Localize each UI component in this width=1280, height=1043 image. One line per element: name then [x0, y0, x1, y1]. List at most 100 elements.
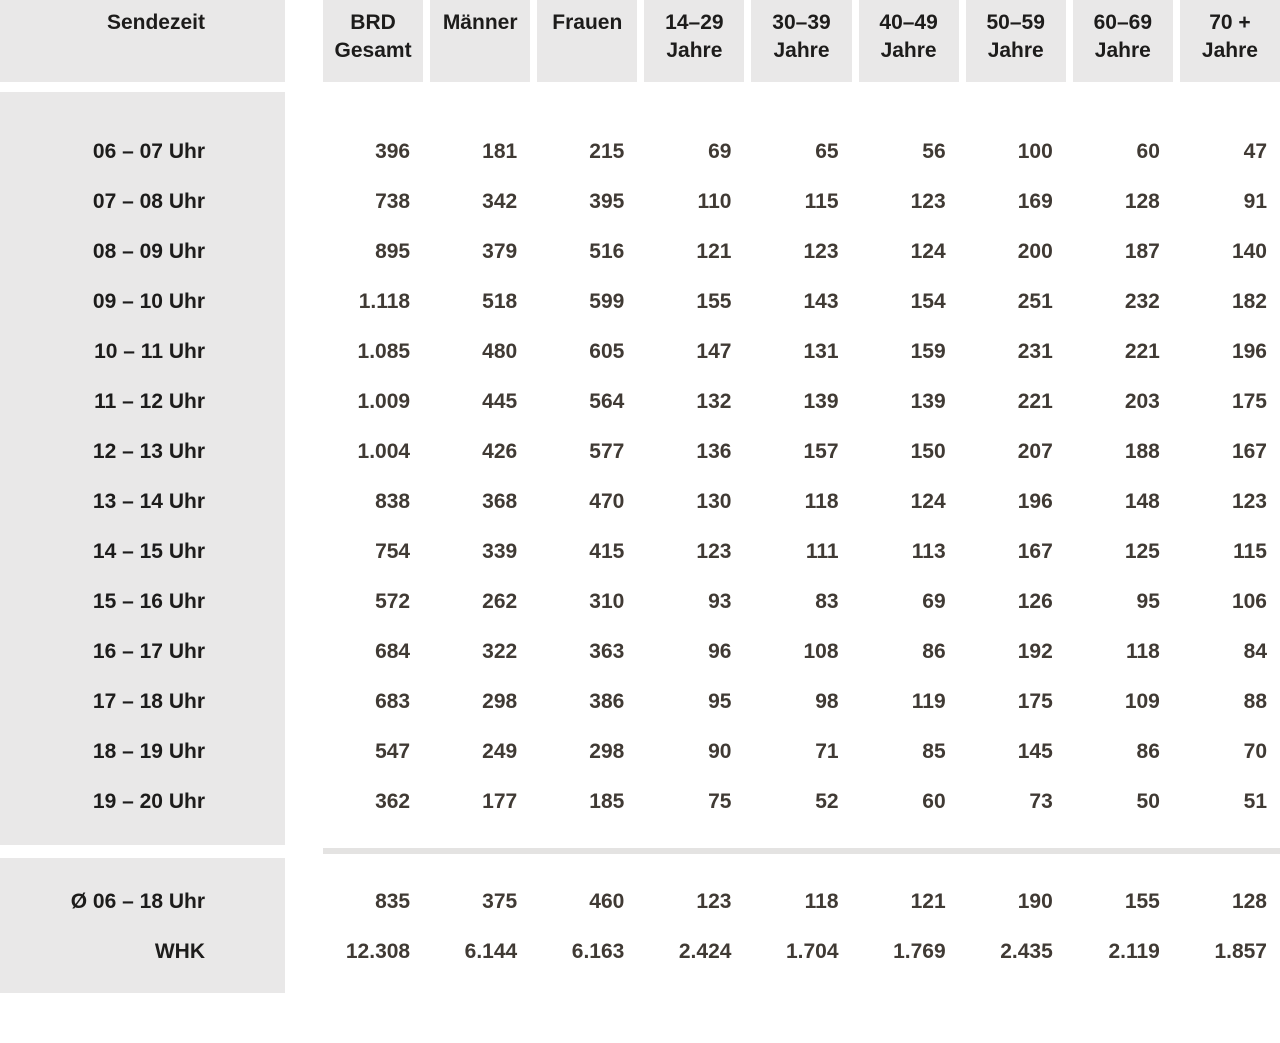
column-header-7: 50–59 Jahre: [965, 0, 1066, 82]
row-label: 18 – 19 Uhr: [92, 740, 205, 763]
row-label: WHK: [154, 940, 205, 963]
table-row: 08 – 09 Uhr 895 379 516 121 123 124 200 187 140: [0, 227, 1280, 277]
row-gap: [292, 877, 316, 927]
value-cell: 232: [1124, 290, 1160, 313]
column-header-line2: Jahre: [1201, 39, 1258, 62]
summary-separator: [0, 845, 1280, 858]
value-cell: 188: [1124, 440, 1160, 463]
row-label: 09 – 10 Uhr: [92, 290, 205, 313]
column-header-3: Frauen: [537, 0, 638, 82]
column-header-8: 60–69 Jahre: [1072, 0, 1173, 82]
row-gap: [292, 927, 316, 977]
row-gap: [292, 527, 316, 577]
value-cell: 2.119: [1108, 940, 1160, 963]
column-header-line2: Gesamt: [334, 39, 412, 62]
value-cell: 125: [1124, 540, 1160, 563]
table-row: 13 – 14 Uhr 838 368 470 130 118 124 196 148 123: [0, 477, 1280, 527]
value-cell: 123: [910, 190, 946, 213]
value-cell: 124: [910, 240, 946, 263]
value-cell: 50: [1136, 790, 1160, 813]
column-header-line1: BRD: [350, 11, 396, 34]
value-cell: 123: [696, 890, 732, 913]
value-cell: 738: [375, 190, 411, 213]
table-row: 10 – 11 Uhr 1.085 480 605 147 131 159 231 221 196: [0, 327, 1280, 377]
value-cell: 192: [1017, 640, 1053, 663]
row-gap: [292, 727, 316, 777]
value-cell: 6.163: [571, 940, 625, 963]
value-cell: 577: [589, 440, 625, 463]
value-cell: 169: [1017, 190, 1053, 213]
value-cell: 69: [922, 590, 946, 613]
value-cell: 196: [1017, 490, 1053, 513]
value-cell: 2.435: [1000, 940, 1053, 963]
value-cell: 136: [696, 440, 732, 463]
value-cell: 145: [1017, 740, 1053, 763]
value-cell: 85: [922, 740, 946, 763]
value-cell: 363: [589, 640, 625, 663]
row-gap: [292, 427, 316, 477]
value-cell: 1.769: [893, 940, 946, 963]
column-header-line1: 60–69: [1093, 11, 1153, 34]
value-cell: 298: [589, 740, 625, 763]
row-gap: [292, 477, 316, 527]
value-cell: 91: [1243, 190, 1267, 213]
row-gap: [292, 327, 316, 377]
column-header-line1: 30–39: [772, 11, 831, 34]
value-cell: 368: [482, 490, 518, 513]
value-cell: 121: [696, 240, 732, 263]
row-gap: [292, 127, 316, 177]
value-cell: 177: [482, 790, 518, 813]
row-label: 15 – 16 Uhr: [92, 590, 205, 613]
value-cell: 310: [589, 590, 625, 613]
value-cell: 12.308: [345, 940, 411, 963]
value-cell: 52: [815, 790, 839, 813]
value-cell: 86: [922, 640, 946, 663]
value-cell: 56: [922, 140, 946, 163]
value-cell: 572: [375, 590, 411, 613]
value-cell: 118: [1125, 640, 1160, 663]
column-header-line2: Jahre: [880, 39, 937, 62]
table-row: 07 – 08 Uhr 738 342 395 110 115 123 169 128 91: [0, 177, 1280, 227]
value-cell: 70: [1243, 740, 1267, 763]
row-gap: [292, 177, 316, 227]
value-cell: 73: [1029, 790, 1053, 813]
value-cell: 95: [1136, 590, 1160, 613]
value-cell: 118: [804, 490, 839, 513]
row-label: 19 – 20 Uhr: [92, 790, 205, 813]
value-cell: 100: [1017, 140, 1053, 163]
value-cell: 683: [375, 690, 411, 713]
value-cell: 126: [1017, 590, 1053, 613]
value-cell: 110: [697, 190, 732, 213]
value-cell: 147: [696, 340, 732, 363]
value-cell: 98: [815, 690, 839, 713]
value-cell: 154: [910, 290, 946, 313]
value-cell: 111: [805, 540, 839, 563]
table-row: 14 – 15 Uhr 754 339 415 123 111 113 167 125 115: [0, 527, 1280, 577]
value-cell: 93: [708, 590, 732, 613]
value-cell: 2.424: [678, 940, 732, 963]
row-label: 07 – 08 Uhr: [92, 190, 205, 213]
value-cell: 415: [589, 540, 625, 563]
value-cell: 1.085: [357, 340, 411, 363]
table-row: 09 – 10 Uhr 1.118 518 599 155 143 154 251 232 182: [0, 277, 1280, 327]
row-label: 10 – 11 Uhr: [94, 340, 205, 363]
column-header-line1: Männer: [442, 11, 518, 34]
table-summary: Ø 06 – 18 Uhr 835 375 460 123 118 121 190 155 128…: [0, 858, 1280, 993]
column-header-1: BRD Gesamt: [323, 0, 424, 82]
value-cell: 108: [803, 640, 839, 663]
value-cell: 90: [708, 740, 732, 763]
value-cell: 150: [910, 440, 946, 463]
value-cell: 298: [482, 690, 518, 713]
value-cell: 207: [1017, 440, 1053, 463]
value-cell: 1.009: [357, 390, 411, 413]
column-header-line1: 14–29: [665, 11, 724, 34]
value-cell: 1.857: [1214, 940, 1267, 963]
table-row: 12 – 13 Uhr 1.004 426 577 136 157 150 207 188 167: [0, 427, 1280, 477]
sendezeit-column-header: Sendezeit: [0, 0, 285, 82]
row-gap: [292, 377, 316, 427]
value-cell: 132: [696, 390, 732, 413]
column-header-line2: Jahre: [1094, 39, 1151, 62]
value-cell: 838: [375, 490, 411, 513]
value-cell: 143: [803, 290, 839, 313]
value-cell: 60: [922, 790, 946, 813]
